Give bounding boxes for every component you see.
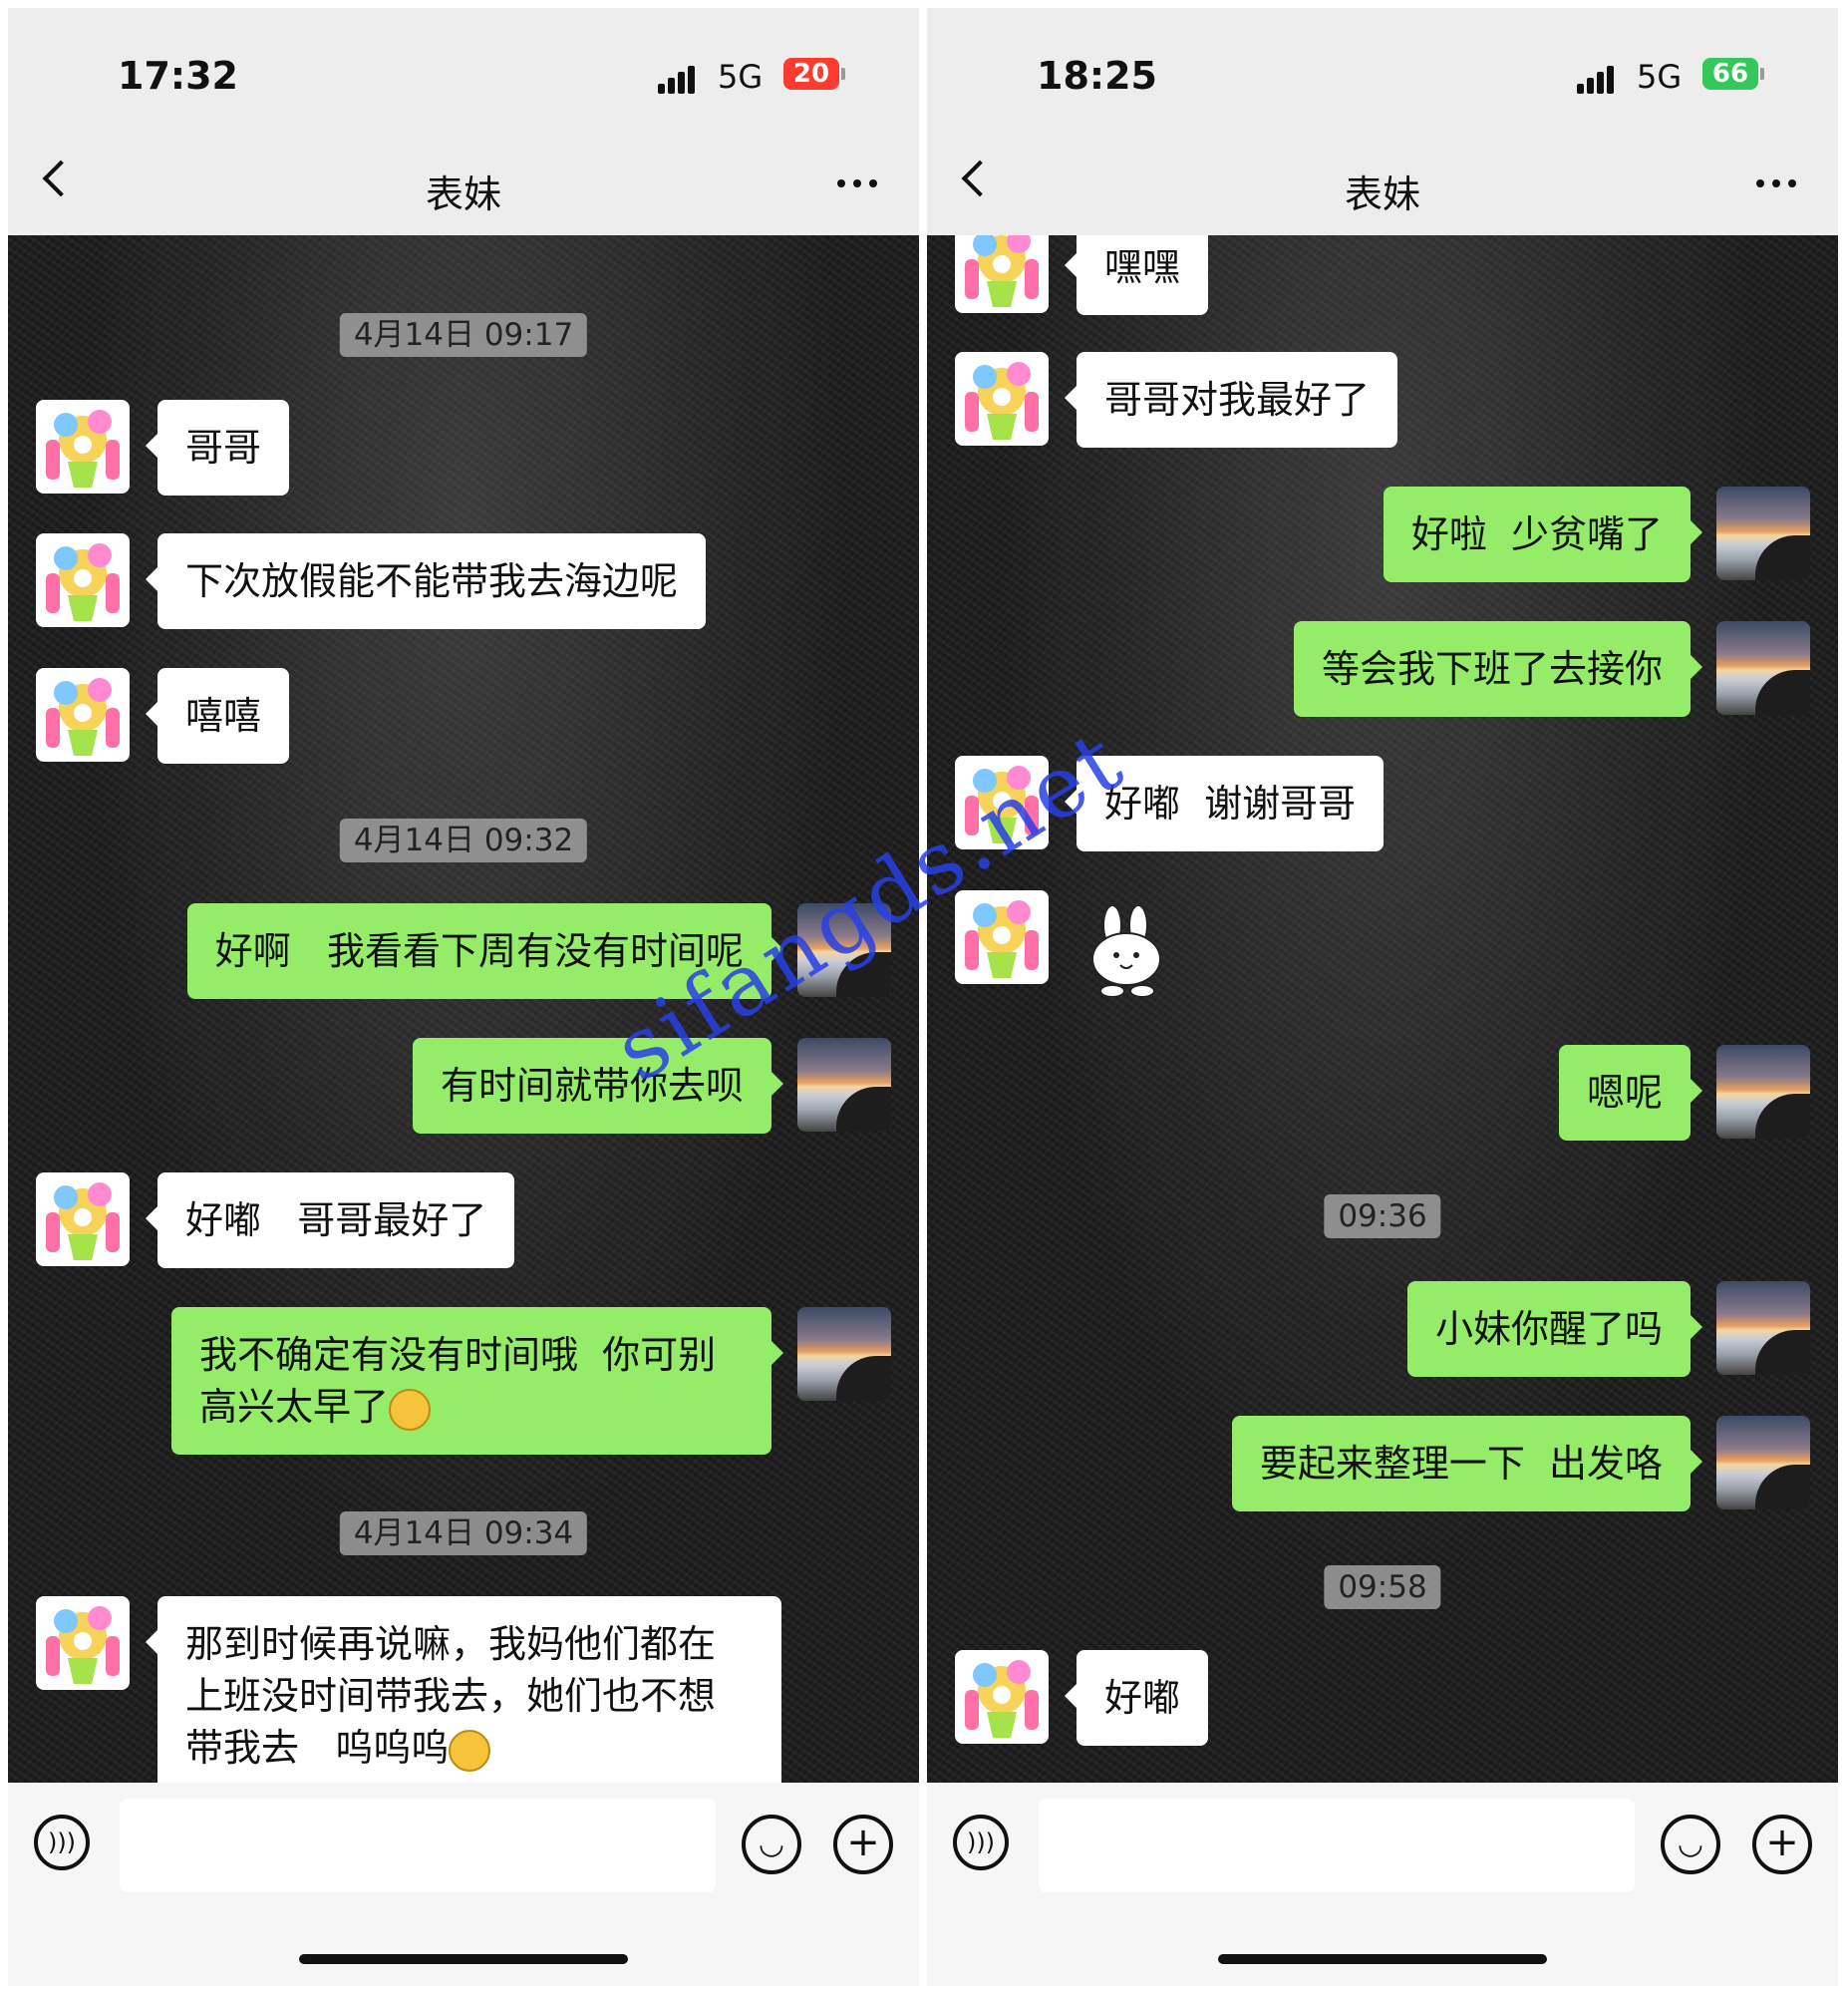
message-bubble[interactable]: 下次放假能不能带我去海边呢: [145, 533, 707, 629]
user-avatar[interactable]: [1716, 1416, 1810, 1509]
network-type: 5G: [1637, 58, 1683, 96]
network-type: 5G: [718, 58, 764, 96]
message-bubble-sent[interactable]: 等会我下班了去接你: [1293, 621, 1703, 717]
contact-avatar[interactable]: [36, 1596, 130, 1690]
signal-icon: [658, 64, 704, 94]
message-bubble[interactable]: 好嘟: [1064, 1650, 1209, 1746]
battery-cap: [1760, 68, 1764, 80]
message-bubble-sent[interactable]: 嗯呢: [1558, 1045, 1703, 1141]
voice-icon[interactable]: ))): [34, 1815, 90, 1870]
input-bar: ))) ◡ +: [927, 1783, 1838, 1986]
plus-icon[interactable]: +: [1752, 1815, 1812, 1874]
user-avatar[interactable]: [797, 1307, 891, 1401]
message-bubble-sent[interactable]: 要起来整理一下 出发咯: [1231, 1416, 1703, 1511]
user-avatar[interactable]: [797, 1038, 891, 1132]
contact-avatar[interactable]: [36, 533, 130, 627]
message-input[interactable]: [120, 1799, 716, 1892]
chat-background: [927, 235, 1838, 1783]
contact-avatar[interactable]: [955, 352, 1049, 446]
contact-avatar[interactable]: [36, 668, 130, 762]
chat-title: 表妹: [1344, 172, 1420, 216]
voice-icon[interactable]: ))): [953, 1815, 1009, 1870]
timestamp: 4月14日 09:34: [339, 1511, 588, 1555]
bunny-sticker[interactable]: [1082, 904, 1172, 1001]
message-bubble[interactable]: 好嘟 哥哥最好了: [145, 1172, 515, 1268]
message-bubble-sent[interactable]: 好啦 少贫嘴了: [1383, 487, 1703, 582]
home-indicator[interactable]: [299, 1954, 628, 1964]
emoji-icon[interactable]: ◡: [742, 1815, 801, 1874]
status-time: 18:25: [1037, 54, 1157, 98]
user-avatar[interactable]: [1716, 487, 1810, 580]
chat-screenshot-right: 嘿嘿 哥哥对我最好了 好啦 少贫嘴了 等会我下班了去接你 好嘟 谢谢哥哥 嗯呢 …: [927, 8, 1838, 1986]
user-avatar[interactable]: [1716, 1281, 1810, 1375]
grin-emoji-icon: [389, 1388, 432, 1431]
nav-bar: 17:32 5G 20 表妹: [8, 8, 919, 235]
chat-title: 表妹: [425, 172, 501, 216]
nav-bar: 18:25 5G 66 表妹: [927, 8, 1838, 235]
message-bubble[interactable]: 嘻嘻: [145, 668, 290, 764]
plus-icon[interactable]: +: [833, 1815, 893, 1874]
status-time: 17:32: [118, 54, 238, 98]
user-avatar[interactable]: [1716, 1045, 1810, 1139]
more-icon[interactable]: [829, 179, 877, 187]
contact-avatar[interactable]: [955, 890, 1049, 984]
contact-avatar[interactable]: [955, 1650, 1049, 1744]
battery-icon: 20: [783, 58, 839, 90]
battery-icon: 66: [1702, 58, 1758, 90]
signal-icon: [1577, 64, 1623, 94]
contact-avatar[interactable]: [36, 400, 130, 494]
user-avatar[interactable]: [1716, 621, 1810, 715]
message-bubble[interactable]: 哥哥: [145, 400, 290, 496]
message-bubble-sent[interactable]: 我不确定有没有时间哦 你可别 高兴太早了: [171, 1307, 783, 1455]
message-bubble-sent[interactable]: 小妹你醒了吗: [1406, 1281, 1703, 1377]
more-icon[interactable]: [1748, 179, 1796, 187]
input-bar: ))) ◡ +: [8, 1783, 919, 1986]
timestamp: 4月14日 09:17: [339, 313, 588, 357]
message-input[interactable]: [1039, 1799, 1635, 1892]
contact-avatar[interactable]: [36, 1172, 130, 1266]
home-indicator[interactable]: [1218, 1954, 1547, 1964]
message-text: 我不确定有没有时间哦 你可别 高兴太早了: [199, 1333, 717, 1429]
timestamp: 09:36: [1324, 1194, 1441, 1238]
timestamp: 4月14日 09:32: [339, 819, 588, 862]
timestamp: 09:58: [1324, 1565, 1441, 1609]
pleading-emoji-icon: [449, 1729, 491, 1772]
message-bubble[interactable]: 哥哥对我最好了: [1064, 352, 1398, 448]
battery-cap: [841, 68, 845, 80]
message-bubble[interactable]: 那到时候再说嘛，我妈他们都在 上班没时间带我去，她们也不想 带我去 呜呜呜: [146, 1596, 781, 1796]
emoji-icon[interactable]: ◡: [1661, 1815, 1720, 1874]
